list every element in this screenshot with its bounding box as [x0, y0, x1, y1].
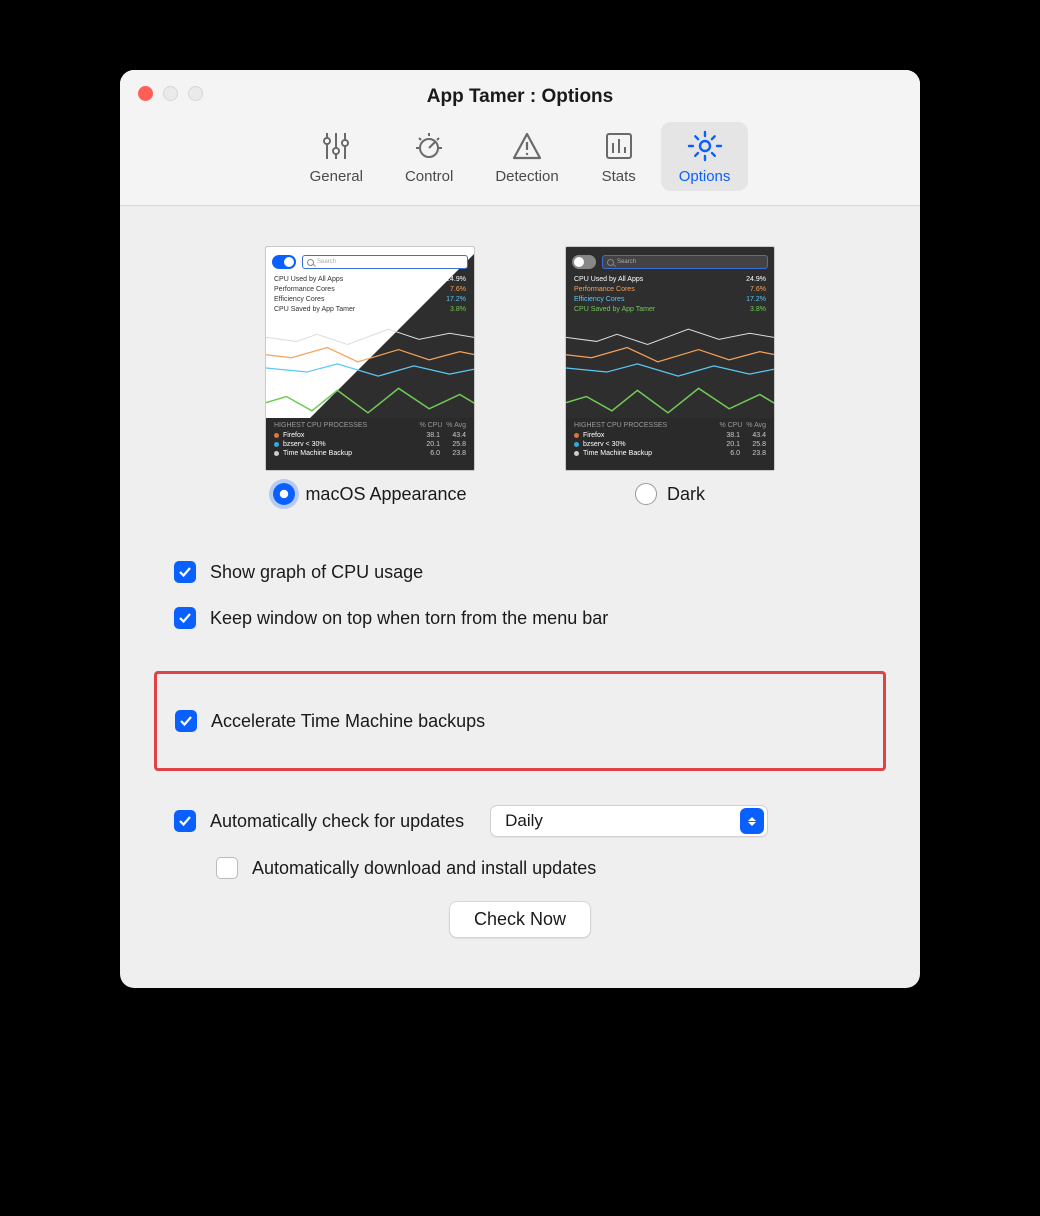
- minimize-button[interactable]: [163, 86, 178, 101]
- checkrow-show-graph: Show graph of CPU usage: [138, 549, 902, 595]
- checkrow-auto-download: Automatically download and install updat…: [138, 857, 902, 879]
- checkbox-accelerate-tm[interactable]: [175, 710, 197, 732]
- checkrow-accelerate-tm: Accelerate Time Machine backups: [157, 698, 883, 744]
- radio-dark[interactable]: [635, 483, 657, 505]
- dropdown-value: Daily: [505, 811, 543, 831]
- highlight-annotation: Accelerate Time Machine backups: [154, 671, 886, 771]
- tab-control[interactable]: Control: [387, 122, 471, 191]
- theme-option-dark[interactable]: Search CPU Used by All Apps24.9% Perform…: [565, 246, 775, 505]
- preview-chart-icon: [266, 319, 475, 421]
- toolbar: General Control: [138, 122, 902, 205]
- close-button[interactable]: [138, 86, 153, 101]
- checkbox-show-graph[interactable]: [174, 561, 196, 583]
- zoom-button[interactable]: [188, 86, 203, 101]
- preview-chart-icon: [566, 319, 775, 421]
- bar-chart-icon: [601, 128, 637, 164]
- checkbox-label: Automatically download and install updat…: [252, 858, 596, 879]
- tab-general[interactable]: General: [292, 122, 381, 191]
- tab-options[interactable]: Options: [661, 122, 749, 191]
- theme-selector: Search CPU Used by All Apps24.9% Perform…: [138, 246, 902, 505]
- tab-label: Stats: [602, 168, 636, 185]
- theme-option-macos[interactable]: Search CPU Used by All Apps24.9% Perform…: [265, 246, 475, 505]
- preview-toggle-icon: [572, 255, 596, 269]
- radio-label: macOS Appearance: [305, 484, 466, 505]
- preview-search-icon: Search: [602, 255, 768, 269]
- checkbox-auto-check-updates[interactable]: [174, 810, 196, 832]
- radio-macos-appearance[interactable]: [273, 483, 295, 505]
- theme-preview-light: Search CPU Used by All Apps24.9% Perform…: [265, 246, 475, 471]
- preview-toggle-icon: [272, 255, 296, 269]
- window-title: App Tamer : Options: [138, 86, 902, 122]
- checkbox-keep-on-top[interactable]: [174, 607, 196, 629]
- tab-label: General: [310, 168, 363, 185]
- checkrow-auto-check-updates: Automatically check for updates Daily: [138, 793, 902, 849]
- checkbox-label: Accelerate Time Machine backups: [211, 711, 485, 732]
- tab-detection[interactable]: Detection: [477, 122, 576, 191]
- checkbox-label: Automatically check for updates: [210, 811, 464, 832]
- preview-search-icon: Search: [302, 255, 468, 269]
- checkbox-label: Keep window on top when torn from the me…: [210, 608, 608, 629]
- dial-icon: [411, 128, 447, 164]
- titlebar: App Tamer : Options General: [120, 70, 920, 206]
- tab-stats[interactable]: Stats: [583, 122, 655, 191]
- update-frequency-dropdown[interactable]: Daily: [490, 805, 768, 837]
- radio-label: Dark: [667, 484, 705, 505]
- preferences-window: App Tamer : Options General: [120, 70, 920, 988]
- theme-preview-dark: Search CPU Used by All Apps24.9% Perform…: [565, 246, 775, 471]
- tab-label: Options: [679, 168, 731, 185]
- check-now-button[interactable]: Check Now: [449, 901, 591, 938]
- checkbox-label: Show graph of CPU usage: [210, 562, 423, 583]
- content-pane: Search CPU Used by All Apps24.9% Perform…: [120, 206, 920, 988]
- sliders-icon: [318, 128, 354, 164]
- warning-icon: [509, 128, 545, 164]
- checkbox-auto-download[interactable]: [216, 857, 238, 879]
- tab-label: Detection: [495, 168, 558, 185]
- tab-label: Control: [405, 168, 453, 185]
- gear-icon: [687, 128, 723, 164]
- checkrow-keep-on-top: Keep window on top when torn from the me…: [138, 595, 902, 641]
- dropdown-arrows-icon: [740, 808, 764, 834]
